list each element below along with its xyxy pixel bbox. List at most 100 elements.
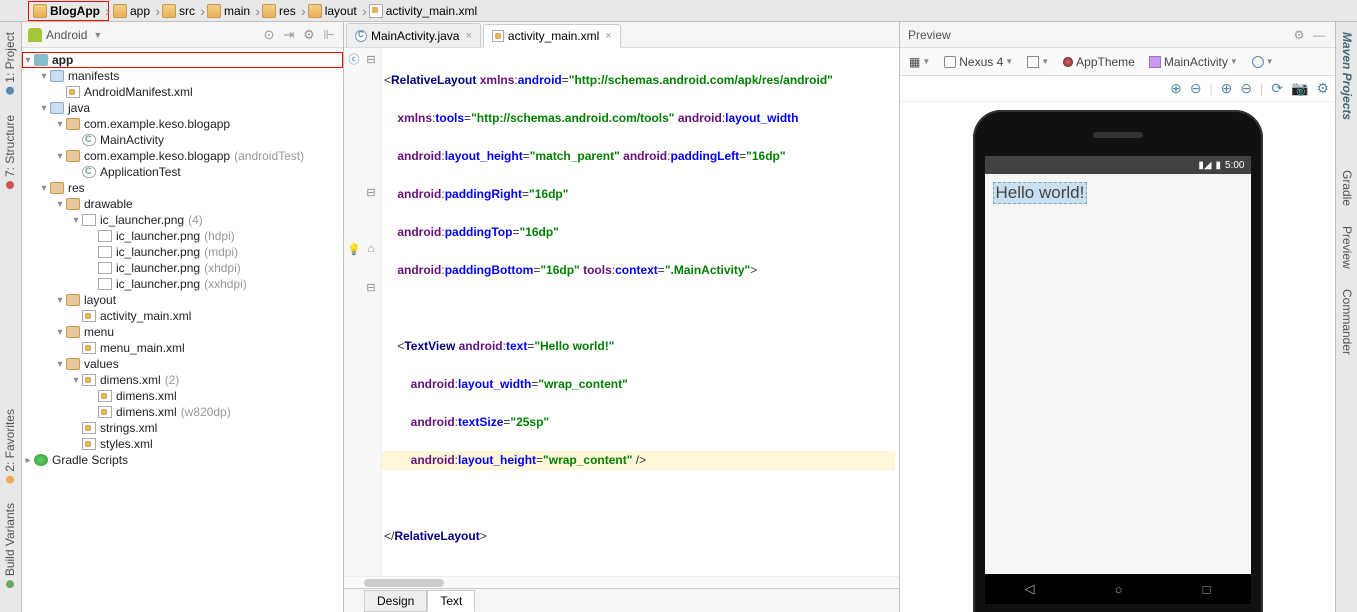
- twisty-icon[interactable]: ▾: [38, 71, 50, 82]
- horizontal-scrollbar[interactable]: [344, 576, 899, 588]
- hide-icon[interactable]: ⊩: [321, 27, 337, 43]
- tab-text[interactable]: Text: [427, 590, 475, 612]
- code-editor[interactable]: <RelativeLayout xmlns:android="http://sc…: [382, 48, 899, 576]
- locale-dropdown[interactable]: ▼: [1247, 51, 1279, 73]
- zoom-actual-icon[interactable]: ⊖: [1240, 80, 1252, 97]
- twisty-icon[interactable]: ▾: [54, 119, 66, 130]
- crumb-file[interactable]: activity_main.xml: [365, 1, 485, 21]
- zoom-fit-icon[interactable]: ⊕: [1221, 80, 1233, 97]
- tab-design[interactable]: Design: [364, 590, 427, 612]
- tree-node-pkg1[interactable]: ▾com.example.keso.blogapp: [22, 116, 343, 132]
- tab-gradle[interactable]: Gradle: [1336, 160, 1357, 216]
- crumb-blogapp[interactable]: BlogApp: [28, 1, 109, 21]
- twisty-icon[interactable]: ▾: [38, 103, 50, 114]
- tree-node-manifest-file[interactable]: AndroidManifest.xml: [22, 84, 343, 100]
- twisty-icon[interactable]: ▾: [54, 199, 66, 210]
- tab-maven[interactable]: Maven Projects: [1336, 22, 1357, 130]
- tree-node-iclauncher[interactable]: ▾ic_launcher.png(4): [22, 212, 343, 228]
- twisty-icon[interactable]: ▾: [54, 327, 66, 338]
- tree-node-dimens[interactable]: ▾dimens.xml(2): [22, 372, 343, 388]
- crumb-src[interactable]: src: [158, 1, 203, 21]
- twisty-icon[interactable]: ▾: [54, 359, 66, 370]
- zoom-in-icon[interactable]: ⊕: [1170, 80, 1182, 97]
- tree-node-ic-m[interactable]: ic_launcher.png(mdpi): [22, 244, 343, 260]
- orientation-dropdown[interactable]: ▼: [1022, 51, 1054, 73]
- scrollbar-thumb[interactable]: [364, 579, 444, 587]
- collapse-icon[interactable]: ⇥: [281, 27, 297, 43]
- tree-node-java[interactable]: ▾java: [22, 100, 343, 116]
- node-label: values: [84, 357, 119, 371]
- fold-icon[interactable]: ⊟: [364, 52, 378, 66]
- tab-mainactivity[interactable]: MainActivity.java×: [346, 23, 481, 47]
- tree-node-manifests[interactable]: ▾manifests: [22, 68, 343, 84]
- settings-icon[interactable]: ⚙: [1316, 80, 1329, 97]
- tree-node-gradle[interactable]: ▸Gradle Scripts: [22, 452, 343, 468]
- tree-node-menu[interactable]: ▾menu: [22, 324, 343, 340]
- twisty-icon[interactable]: ▾: [70, 375, 82, 386]
- twisty-icon[interactable]: ▾: [70, 215, 82, 226]
- status-time: 5:00: [1225, 160, 1244, 171]
- tree-node-app[interactable]: ▾app: [22, 52, 343, 68]
- tree-node-ic-x[interactable]: ic_launcher.png(xhdpi): [22, 260, 343, 276]
- gear-icon[interactable]: ⚙: [301, 27, 317, 43]
- tree-node-dimens2[interactable]: dimens.xml(w820dp): [22, 404, 343, 420]
- tab-label: Preview: [1340, 226, 1354, 269]
- back-icon[interactable]: ◁: [1025, 581, 1035, 597]
- tree-node-pkg2[interactable]: ▾com.example.keso.blogapp(androidTest): [22, 148, 343, 164]
- fold-end-icon[interactable]: ⊟: [364, 280, 378, 294]
- crumb-main[interactable]: main: [203, 1, 258, 21]
- camera-icon[interactable]: 📷: [1291, 80, 1308, 97]
- tree-node-values[interactable]: ▾ values: [22, 356, 343, 372]
- tab-favorites[interactable]: 2: Favorites: [0, 399, 20, 494]
- twisty-icon[interactable]: ▾: [54, 151, 66, 162]
- project-toolbar: Android ▼ ⊙ ⇥ ⚙ ⊩: [22, 22, 343, 48]
- tree-node-drawable[interactable]: ▾drawable: [22, 196, 343, 212]
- class-gutter-icon[interactable]: ⓒ: [347, 52, 361, 66]
- tab-commander[interactable]: Commander: [1336, 279, 1357, 365]
- tree-node-ic-h[interactable]: ic_launcher.png(hdpi): [22, 228, 343, 244]
- close-icon[interactable]: ×: [465, 30, 471, 42]
- tab-label: 1: Project: [3, 32, 17, 83]
- refresh-icon[interactable]: ⟳: [1271, 80, 1283, 97]
- hello-textview[interactable]: Hello world!: [993, 182, 1088, 204]
- render-dropdown[interactable]: ▦▼: [904, 51, 935, 73]
- crumb-layout[interactable]: layout: [304, 1, 365, 21]
- tab-build-variants[interactable]: Build Variants: [0, 493, 20, 598]
- twisty-icon[interactable]: ▾: [22, 55, 34, 66]
- tree-node-mainactivity[interactable]: MainActivity: [22, 132, 343, 148]
- tab-preview[interactable]: Preview: [1336, 216, 1357, 279]
- statusbar: ▮◢ ▮ 5:00: [985, 156, 1251, 174]
- tree-node-ic-xx[interactable]: ic_launcher.png(xxhdpi): [22, 276, 343, 292]
- twisty-icon[interactable]: ▾: [54, 295, 66, 306]
- tab-project[interactable]: 1: Project: [0, 22, 20, 105]
- override-icon[interactable]: ⌂: [364, 242, 378, 256]
- tree-node-styles[interactable]: styles.xml: [22, 436, 343, 452]
- fold-icon[interactable]: ⊟: [364, 185, 378, 199]
- hide-icon[interactable]: —: [1311, 27, 1327, 43]
- crumb-res[interactable]: res: [258, 1, 304, 21]
- tree-node-layout[interactable]: ▾layout: [22, 292, 343, 308]
- tree-node-res[interactable]: ▾res: [22, 180, 343, 196]
- tab-structure[interactable]: 7: Structure: [0, 105, 20, 199]
- close-icon[interactable]: ×: [605, 30, 611, 42]
- recent-icon[interactable]: □: [1203, 582, 1211, 597]
- tree-node-apptest[interactable]: ApplicationTest: [22, 164, 343, 180]
- twisty-icon[interactable]: ▾: [38, 183, 50, 194]
- activity-dropdown[interactable]: MainActivity▼: [1144, 51, 1243, 73]
- scroll-from-source-icon[interactable]: ⊙: [261, 27, 277, 43]
- zoom-out-icon[interactable]: ⊖: [1190, 80, 1202, 97]
- twisty-icon[interactable]: ▸: [22, 455, 34, 466]
- tree-node-menumain[interactable]: menu_main.xml: [22, 340, 343, 356]
- tree-node-activitymain[interactable]: activity_main.xml: [22, 308, 343, 324]
- theme-dropdown[interactable]: AppTheme: [1058, 51, 1140, 73]
- bulb-icon[interactable]: 💡: [347, 242, 361, 256]
- image-icon: [98, 262, 112, 274]
- tree-node-dimens1[interactable]: dimens.xml: [22, 388, 343, 404]
- gear-icon[interactable]: ⚙: [1291, 27, 1307, 43]
- tab-activitymain[interactable]: activity_main.xml×: [483, 24, 621, 48]
- home-icon[interactable]: ○: [1115, 582, 1123, 597]
- project-mode-dropdown[interactable]: Android: [46, 28, 87, 42]
- tree-node-strings[interactable]: strings.xml: [22, 420, 343, 436]
- device-dropdown[interactable]: Nexus 4▼: [939, 51, 1018, 73]
- crumb-app[interactable]: app: [109, 1, 158, 21]
